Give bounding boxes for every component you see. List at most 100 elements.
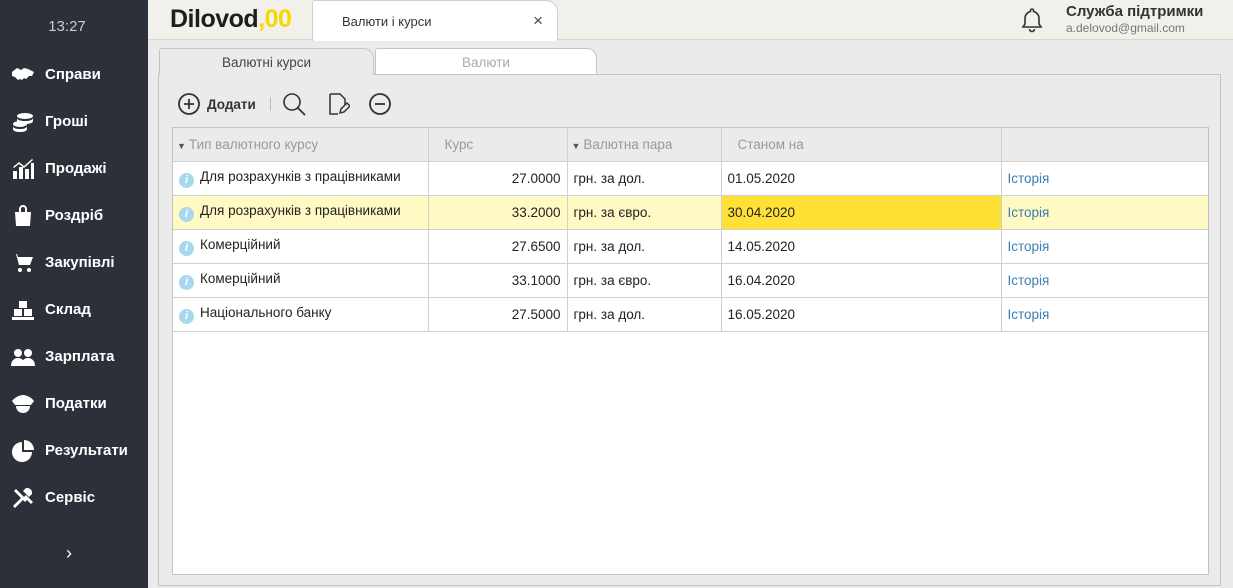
cell-pair: грн. за дол. (567, 161, 722, 196)
people-icon (10, 344, 36, 370)
shopping-bag-icon (10, 203, 36, 229)
cell-date-active[interactable]: 30.04.2020 (721, 195, 1002, 230)
boxes-icon (10, 297, 36, 323)
cell-pair: грн. за дол. (567, 229, 722, 264)
clock: 13:27 (48, 18, 86, 35)
tools-icon (10, 485, 36, 511)
tab-currencies[interactable]: Валюти (375, 48, 597, 75)
cell-type: i Національного банку (173, 297, 429, 332)
sidebar-item-zakupivli[interactable]: Закупівлі (0, 239, 148, 286)
column-header-rate[interactable]: Курс (428, 128, 568, 162)
chart-icon (10, 156, 36, 182)
sidebar-item-zarplata[interactable]: Зарплата (0, 333, 148, 380)
logo-suffix: ,00 (258, 5, 292, 33)
sidebar-item-spravy[interactable]: Справи (0, 51, 148, 98)
sidebar-item-rezultaty[interactable]: Результати (0, 427, 148, 474)
sort-desc-icon: ▼ (571, 140, 581, 151)
support-block[interactable]: Служба підтримки a.delovod@gmail.com (1066, 3, 1203, 35)
cell-pair: грн. за євро. (567, 263, 722, 298)
cell-history: Історія (1001, 161, 1208, 196)
info-icon[interactable]: i (179, 206, 194, 222)
sidebar-nav: Справи Гроші Продажі Роздріб Закупівлі С… (0, 51, 148, 521)
content-area: Валютні курси Валюти Додати ▼ Тип валютн… (158, 46, 1222, 588)
table-row[interactable]: i Комерційний 27.6500 грн. за дол. 14.05.… (173, 229, 1208, 264)
support-title: Служба підтримки (1066, 3, 1204, 20)
rates-panel: Додати ▼ Тип валютного курсу Курс ▼ Валю… (158, 74, 1221, 586)
info-icon[interactable]: i (179, 240, 194, 256)
bell-icon[interactable] (1020, 7, 1044, 33)
sort-desc-icon: ▼ (177, 140, 186, 151)
handshake-icon (10, 62, 36, 88)
edit-document-icon (329, 93, 350, 115)
history-link[interactable]: Історія (1008, 307, 1050, 322)
sidebar-item-label: Податки (45, 395, 107, 412)
add-button[interactable]: Додати (177, 92, 256, 116)
sidebar-item-prodazhi[interactable]: Продажі (0, 145, 148, 192)
sidebar-item-sklad[interactable]: Склад (0, 286, 148, 333)
logo: Dilovod,00 (170, 5, 292, 34)
column-header-type[interactable]: ▼ Тип валютного курсу (173, 128, 429, 162)
document-tab-label: Валюти і курси (342, 14, 432, 29)
pie-chart-icon (10, 438, 36, 464)
sidebar-item-label: Гроші (45, 113, 88, 130)
sidebar-item-groshi[interactable]: Гроші (0, 98, 148, 145)
table-row[interactable]: i Для розрахунків з працівниками 27.0000 … (173, 161, 1208, 196)
toolbar-separator (269, 97, 271, 111)
sidebar-item-label: Продажі (45, 160, 107, 177)
history-link[interactable]: Історія (1008, 205, 1050, 220)
cell-type: i Комерційний (173, 229, 429, 264)
sidebar-item-servis[interactable]: Сервіс (0, 474, 148, 521)
document-tab[interactable]: Валюти і курси × (312, 0, 558, 41)
sidebar-item-label: Роздріб (45, 207, 104, 224)
history-link[interactable]: Історія (1008, 171, 1050, 186)
logo-text: Dilovod (170, 5, 259, 33)
sidebar-item-rozdrib[interactable]: Роздріб (0, 192, 148, 239)
plus-circle-icon (178, 93, 200, 115)
cell-rate: 27.0000 (428, 161, 568, 196)
cell-rate: 33.2000 (428, 195, 568, 230)
cell-history: Історія (1001, 229, 1208, 264)
cell-pair: грн. за дол. (567, 297, 722, 332)
table-row[interactable]: i Комерційний 33.1000 грн. за євро. 16.04… (173, 263, 1208, 298)
close-icon[interactable]: × (533, 11, 543, 31)
cell-rate: 27.5000 (428, 297, 568, 332)
sidebar-item-label: Результати (45, 442, 128, 459)
sidebar-item-label: Справи (45, 66, 101, 83)
search-icon (283, 93, 306, 116)
cell-history: Історія (1001, 195, 1208, 230)
cell-date: 01.05.2020 (721, 161, 1002, 196)
expand-sidebar-button[interactable]: › (58, 542, 80, 564)
delete-button[interactable] (368, 92, 392, 116)
add-button-label: Додати (207, 96, 256, 112)
tab-currency-rates[interactable]: Валютні курси (159, 48, 374, 75)
cell-type: i Для розрахунків з працівниками (173, 195, 429, 230)
history-link[interactable]: Історія (1008, 273, 1050, 288)
officer-cap-icon (10, 391, 36, 417)
table-row[interactable]: i Національного банку 27.5000 грн. за дол… (173, 297, 1208, 332)
coins-icon (10, 109, 36, 135)
cell-rate: 27.6500 (428, 229, 568, 264)
column-header-pair[interactable]: ▼ Валютна пара (567, 128, 722, 162)
toolbar: Додати (177, 91, 392, 117)
cell-type: i Для розрахунків з працівниками (173, 161, 429, 196)
table-header-row: ▼ Тип валютного курсу Курс ▼ Валютна пара … (173, 128, 1208, 162)
table-row-selected[interactable]: i Для розрахунків з працівниками 33.2000 … (173, 195, 1208, 230)
history-link[interactable]: Історія (1008, 239, 1050, 254)
cell-history: Історія (1001, 297, 1208, 332)
cart-icon (10, 250, 36, 276)
sidebar-item-label: Закупівлі (45, 254, 115, 271)
search-button[interactable] (282, 92, 306, 116)
support-email: a.delovod@gmail.com (1066, 21, 1185, 35)
info-icon[interactable]: i (179, 274, 194, 290)
sidebar: 13:27 Справи Гроші Продажі Роздріб Закуп… (0, 0, 148, 588)
cell-date: 16.04.2020 (721, 263, 1002, 298)
cell-history: Історія (1001, 263, 1208, 298)
rates-table: ▼ Тип валютного курсу Курс ▼ Валютна пара … (172, 127, 1209, 575)
edit-button[interactable] (326, 92, 350, 116)
column-header-date[interactable]: Станом на (721, 128, 1002, 162)
info-icon[interactable]: i (179, 172, 194, 188)
cell-date: 16.05.2020 (721, 297, 1002, 332)
sidebar-item-podatky[interactable]: Податки (0, 380, 148, 427)
minus-circle-icon (368, 93, 391, 115)
info-icon[interactable]: i (179, 308, 194, 324)
